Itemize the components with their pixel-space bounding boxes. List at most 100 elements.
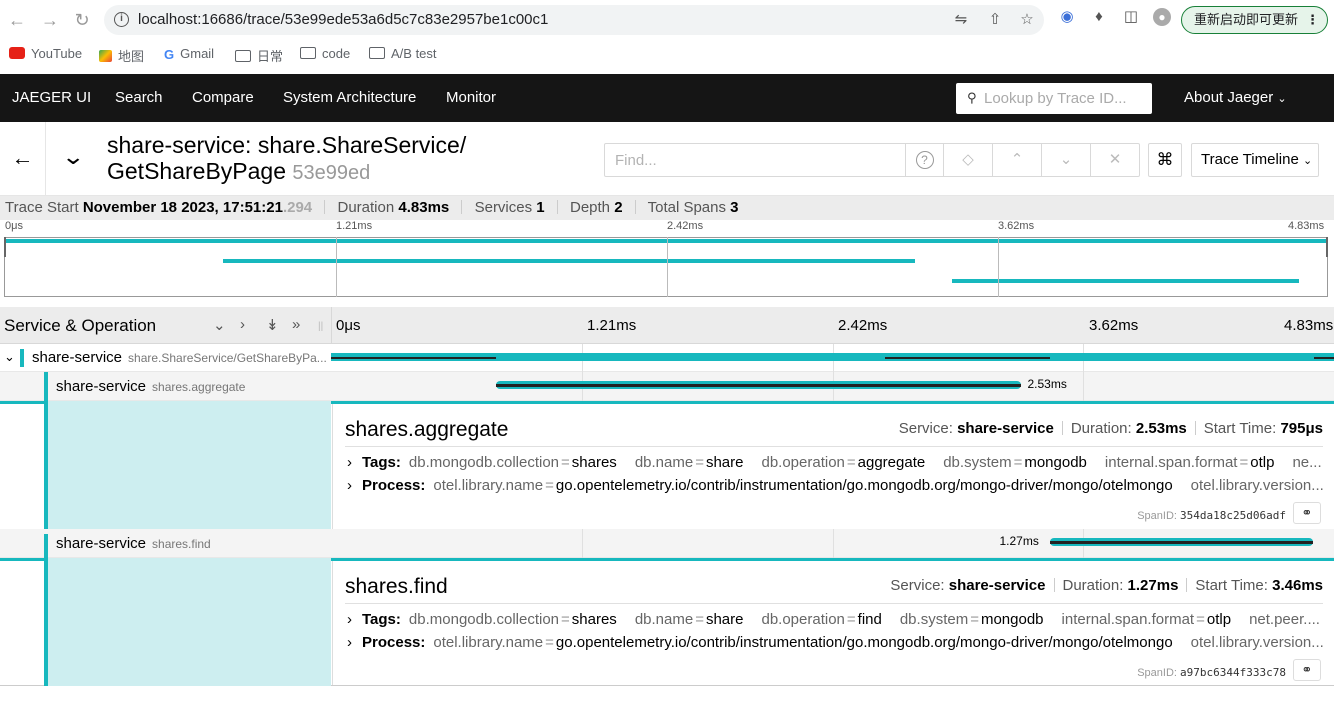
kv-key: otel.library.name <box>433 477 544 494</box>
process-row[interactable]: › Process: otel.library.name = go.openteleme… <box>347 634 1325 651</box>
kv-key: db.name <box>634 454 694 471</box>
start-value: November 18 2023, 17:51:21 <box>82 199 283 216</box>
tags-row[interactable]: › Tags: db.mongodb.collection = shares db.nam… <box>347 454 1325 471</box>
timeline-tick: 0μs <box>336 317 361 334</box>
span-child-marker <box>1022 357 1050 359</box>
chevron-right-icon[interactable]: › <box>347 454 352 471</box>
minimap-right-handle[interactable] <box>1326 237 1328 257</box>
span-service: share-service <box>56 378 147 395</box>
spans-value: 3 <box>730 199 739 216</box>
span-bar-inner <box>496 384 1022 387</box>
bookmark-item[interactable]: code <box>300 46 350 61</box>
process-row[interactable]: › Process: otel.library.name = go.openteleme… <box>347 477 1325 494</box>
about-menu[interactable]: About Jaeger ⌄ <box>1184 89 1287 106</box>
folder-icon <box>369 47 385 59</box>
chevron-right-icon[interactable]: › <box>347 477 352 494</box>
keyboard-shortcuts-icon[interactable]: ⌘ <box>1148 143 1182 177</box>
start-value: 3.46ms <box>1272 577 1323 594</box>
bookmark-label: code <box>322 46 351 61</box>
resize-handle-icon[interactable]: || <box>318 321 323 332</box>
timeline-header: Service & Operation ⌄ › ↡ » || 0μs 1.21m… <box>0 307 1334 344</box>
extension-logo-icon[interactable]: ◉ <box>1058 8 1076 26</box>
help-icon[interactable]: ? <box>905 144 943 176</box>
kv-value: mongodb <box>1024 454 1087 471</box>
kv-pair: net.peer.... <box>1249 611 1320 628</box>
minimap-canvas[interactable] <box>4 237 1328 297</box>
detail-title: shares.find <box>345 575 448 598</box>
view-select[interactable]: Trace Timeline ⌄ <box>1191 143 1319 177</box>
tags-row[interactable]: › Tags: db.mongodb.collection = shares db.nam… <box>347 611 1325 628</box>
bookmark-item[interactable]: YouTube <box>9 46 82 61</box>
address-url[interactable]: localhost:16686/trace/53e99ede53a6d5c7c8… <box>138 11 548 28</box>
kv-equals: = <box>545 634 554 651</box>
span-child-marker <box>331 357 497 359</box>
spanid-label: SpanID: <box>1137 510 1177 522</box>
collapse-header-chevron-icon[interactable]: ⌄ <box>61 144 85 170</box>
kv-key: net.peer.... <box>1249 611 1320 628</box>
grid-line <box>582 529 583 558</box>
start-label: Start Time: <box>1195 577 1268 594</box>
next-match-icon[interactable]: ⌄ <box>1041 144 1090 176</box>
kv-pair: db.operation = find <box>761 611 881 628</box>
reload-icon[interactable]: ↻ <box>72 10 92 30</box>
start-label: Trace Start <box>5 199 79 216</box>
kv-equals: = <box>846 454 856 471</box>
chevron-down-icon[interactable]: ⌄ <box>4 349 15 365</box>
bookmark-star-icon[interactable]: ☆ <box>1018 11 1036 29</box>
span-operation: shares.aggregate <box>152 380 246 394</box>
forward-arrow-icon[interactable]: → <box>40 10 60 30</box>
nav-search[interactable]: Search <box>115 89 163 106</box>
kv-pair: otel.library.version... <box>1191 477 1324 494</box>
trace-title-line2: GetShareByPage <box>107 158 287 184</box>
expand-all-icon[interactable]: » <box>292 316 300 333</box>
update-button[interactable]: 重新启动即可更新 ⋮ <box>1181 6 1328 34</box>
folder-icon <box>300 47 316 59</box>
bookmark-item[interactable]: 地图 <box>99 46 144 65</box>
clear-find-icon[interactable]: ✕ <box>1090 144 1139 176</box>
nav-monitor[interactable]: Monitor <box>446 89 496 106</box>
trace-title-line1: share-service: share.ShareService/ <box>107 132 467 158</box>
back-button[interactable]: ← <box>0 122 46 196</box>
minimap-span-bar <box>223 259 915 263</box>
back-arrow-icon[interactable]: ← <box>7 10 27 30</box>
extensions-puzzle-icon[interactable]: ♦ <box>1090 8 1108 26</box>
chevron-right-icon[interactable]: › <box>347 634 352 651</box>
kv-key: internal.span.format <box>1061 611 1195 628</box>
collapse-one-icon[interactable]: ⌄ <box>213 316 226 334</box>
brand-link[interactable]: JAEGER UI <box>12 89 91 106</box>
kv-key: otel.library.version... <box>1190 634 1324 651</box>
share-icon[interactable]: ⇧ <box>986 11 1004 29</box>
bookmark-item[interactable]: G Gmail <box>164 46 214 62</box>
bookmark-item[interactable]: 日常 <box>235 46 283 65</box>
bookmark-label: YouTube <box>31 46 83 61</box>
minimap-left-handle[interactable] <box>4 237 6 257</box>
locate-icon[interactable]: ◇ <box>943 144 992 176</box>
service-label: Service: <box>898 420 953 437</box>
translate-icon[interactable]: ⇋ <box>952 11 970 29</box>
kv-value: go.opentelemetry.io/contrib/instrumentat… <box>555 477 1173 494</box>
address-bar[interactable]: i localhost:16686/trace/53e99ede53a6d5c7… <box>104 5 1044 35</box>
profile-avatar-icon[interactable]: ● <box>1153 8 1171 26</box>
side-panel-icon[interactable]: ◫ <box>1122 8 1140 26</box>
bookmark-item[interactable]: A/B test <box>369 46 437 61</box>
update-button-label: 重新启动即可更新 <box>1194 12 1299 27</box>
kv-equals: = <box>561 611 570 628</box>
collapse-all-icon[interactable]: ↡ <box>266 316 279 334</box>
find-input[interactable] <box>615 150 895 170</box>
service-label: Service: <box>890 577 945 594</box>
link-icon[interactable]: ⚭ <box>1293 502 1321 524</box>
trace-header: ← ⌄ share-service: share.ShareService/ G… <box>0 122 1334 196</box>
chevron-right-icon[interactable]: › <box>347 611 352 628</box>
span-service: share-service <box>56 535 147 552</box>
nav-compare[interactable]: Compare <box>192 89 254 106</box>
start-ms: .294 <box>282 199 313 216</box>
link-icon[interactable]: ⚭ <box>1293 659 1321 681</box>
prev-match-icon[interactable]: ⌃ <box>992 144 1041 176</box>
menu-dots-icon[interactable]: ⋮ <box>1306 7 1319 32</box>
nav-system-architecture[interactable]: System Architecture <box>283 89 416 106</box>
trace-id-input[interactable] <box>984 87 1144 109</box>
kv-key: db.operation <box>761 611 845 628</box>
expand-one-icon[interactable]: › <box>240 316 245 333</box>
kv-value: shares <box>571 611 617 628</box>
site-info-icon[interactable]: i <box>114 12 129 27</box>
